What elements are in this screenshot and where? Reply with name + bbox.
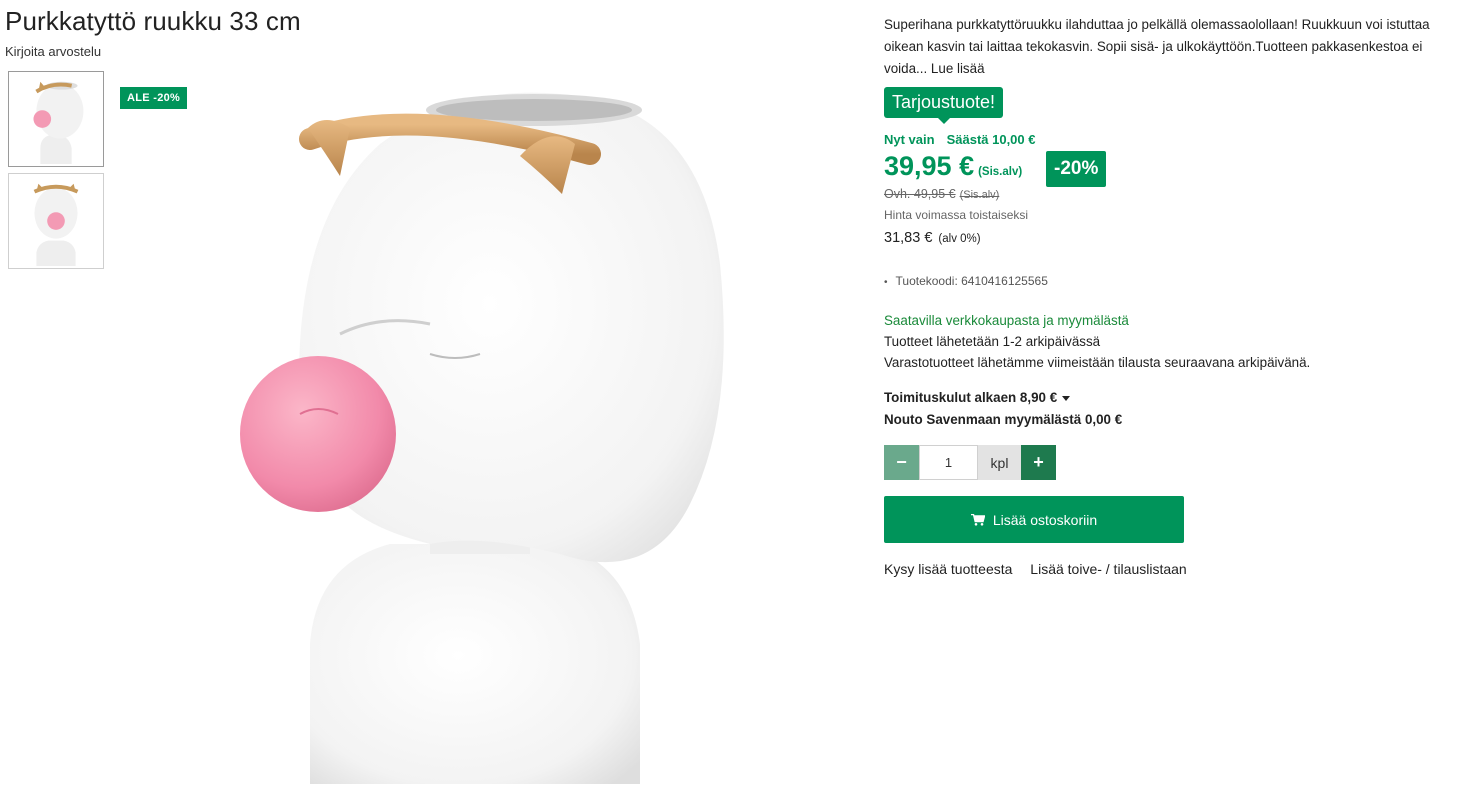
add-to-cart-label: Lisää ostoskoriin: [992, 511, 1098, 528]
original-price: Ovh. 49,95 € (Sis.alv): [884, 187, 999, 201]
thumbnail-2[interactable]: [8, 173, 104, 269]
shipping-costs: Toimituskulut alkaen 8,90 € Nouto Savenm…: [884, 387, 1122, 430]
thumbnail-image-side: [9, 174, 103, 268]
increase-quantity-button[interactable]: +: [1021, 445, 1056, 480]
shipping-time: Tuotteet lähetetään 1-2 arkipäivässä: [884, 334, 1101, 349]
original-price-amount: Ovh. 49,95 €: [884, 187, 956, 201]
product-main-image[interactable]: [230, 84, 770, 784]
quantity-input[interactable]: [919, 445, 978, 480]
offer-badge: Tarjoustuote!: [884, 87, 1004, 124]
price-vat-note: (Sis.alv): [978, 166, 1023, 178]
read-more-link[interactable]: Lue lisää: [931, 61, 985, 76]
now-only-label: Nyt vain: [884, 132, 935, 147]
cart-icon: [970, 513, 985, 526]
caret-down-icon[interactable]: [1062, 395, 1071, 401]
thumbnail-1[interactable]: [8, 71, 104, 167]
stock-shipping-note: Varastotuotteet lähetämme viimeistään ti…: [884, 355, 1311, 370]
write-review-link[interactable]: Kirjoita arvostelu: [5, 44, 101, 59]
thumbnail-image-front: [9, 72, 103, 166]
product-code-text: Tuotekoodi: 6410416125565: [895, 274, 1048, 288]
product-description: Superihana purkkatyttöruukku ilahduttaa …: [884, 14, 1459, 80]
add-to-cart-button[interactable]: Lisää ostoskoriin: [884, 496, 1184, 543]
net-price-vat-note: (alv 0%): [938, 233, 981, 245]
price-amount: 39,95 €: [884, 151, 975, 181]
product-figure-image: [240, 92, 724, 784]
net-price: 31,83 € (alv 0%): [884, 230, 981, 246]
decrease-quantity-button[interactable]: −: [884, 445, 919, 480]
delivery-cost-text: Toimituskulut alkaen 8,90 €: [884, 390, 1058, 405]
bullet-icon: •: [884, 277, 888, 288]
wishlist-link[interactable]: Lisää toive- / tilauslistaan: [1030, 561, 1186, 577]
price-validity: Hinta voimassa toistaiseksi: [884, 208, 1029, 222]
quantity-stepper: − kpl +: [884, 445, 1056, 480]
original-price-vat-note: (Sis.alv): [959, 189, 1000, 201]
availability-info: Saatavilla verkkokaupasta ja myymälästä …: [884, 310, 1310, 373]
availability-status: Saatavilla verkkokaupasta ja myymälästä: [884, 313, 1129, 328]
delivery-cost-toggle[interactable]: Toimituskulut alkaen 8,90 €: [884, 387, 1122, 409]
current-price: 39,95 € (Sis.alv): [884, 151, 1022, 182]
product-code: • Tuotekoodi: 6410416125565: [884, 274, 1048, 288]
pickup-cost: Nouto Savenmaan myymälästä 0,00 €: [884, 411, 1123, 427]
sale-badge: ALE -20%: [120, 87, 188, 109]
quantity-unit: kpl: [978, 445, 1021, 480]
net-price-amount: 31,83 €: [884, 230, 933, 246]
product-title: Purkkatyttö ruukku 33 cm: [5, 6, 301, 36]
ask-more-link[interactable]: Kysy lisää tuotteesta: [884, 561, 1012, 577]
savings-amount: Säästä 10,00 €: [946, 132, 1036, 147]
product-action-links: Kysy lisää tuotteesta Lisää toive- / til…: [884, 561, 1201, 577]
savings-line: Nyt vain Säästä 10,00 €: [884, 132, 1035, 147]
discount-badge: -20%: [1046, 151, 1107, 187]
